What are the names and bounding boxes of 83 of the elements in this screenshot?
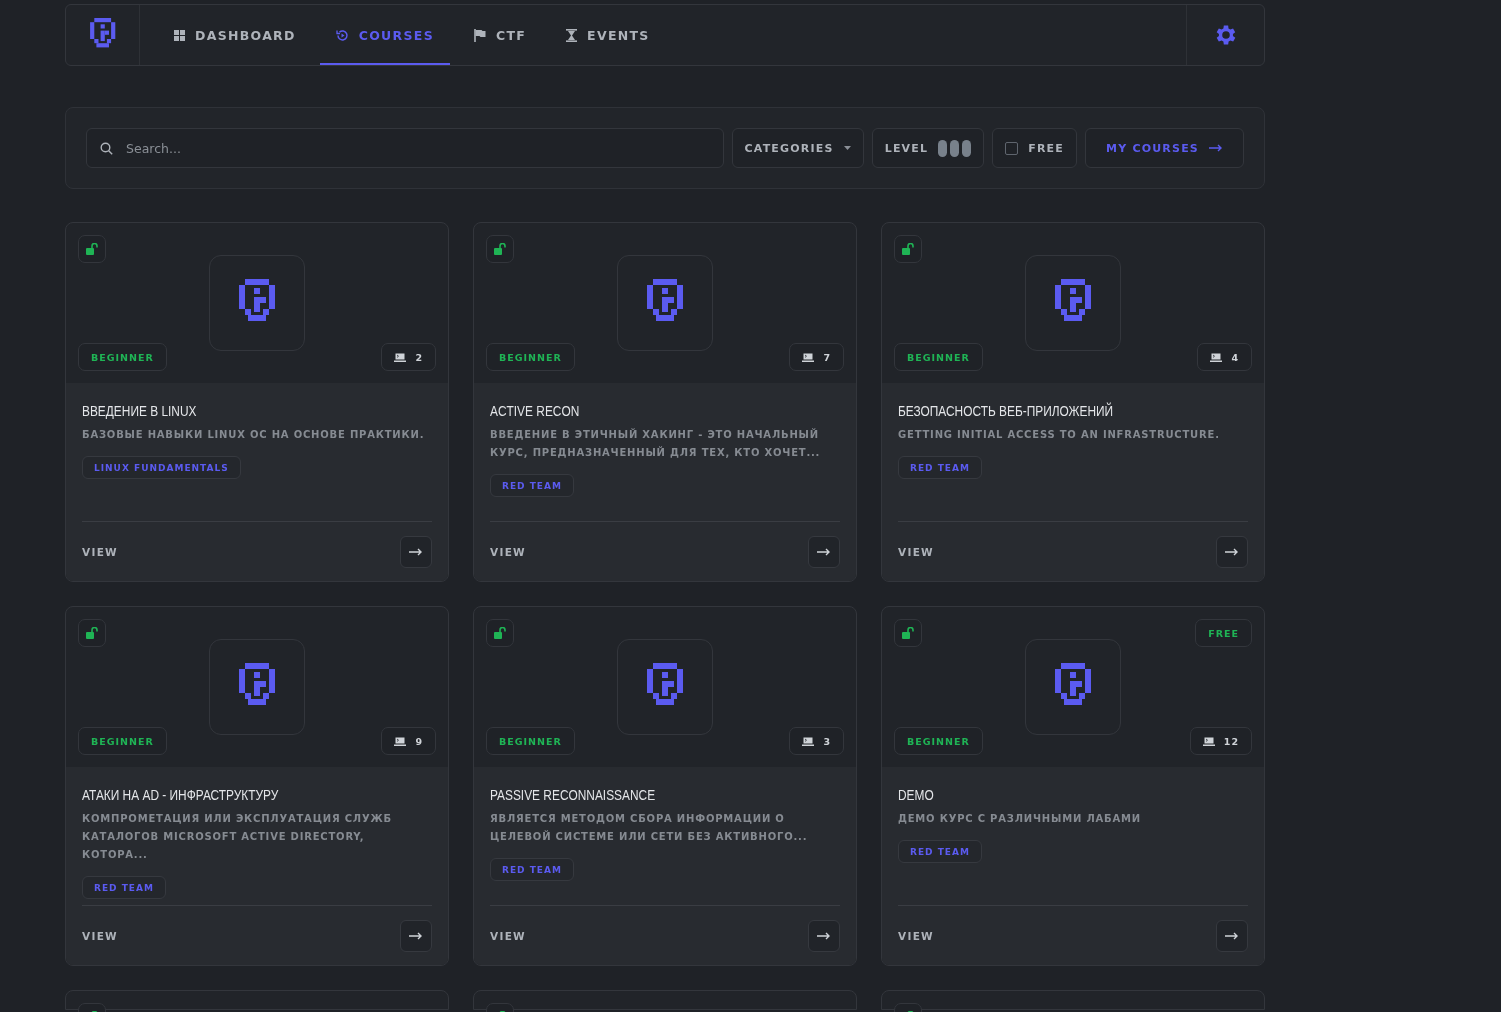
flag-icon	[473, 28, 486, 42]
course-title: АТАКИ НА AD - ИНФРАСТРУКТУРУ	[82, 787, 280, 803]
open-course-button[interactable]	[400, 919, 432, 952]
course-title: ВВЕДЕНИЕ В LINUX	[82, 403, 198, 419]
unlocked-padlock-icon	[85, 627, 99, 639]
category-tag: RED TEAM	[898, 456, 982, 479]
hourglass-icon	[566, 28, 578, 42]
free-badge: FREE	[1195, 619, 1252, 647]
laptop-icon	[394, 352, 407, 362]
nav-tab[interactable]: DASHBOARD	[158, 5, 312, 65]
level-badge: BEGINNER	[78, 727, 167, 755]
view-link[interactable]: VIEW	[490, 545, 526, 558]
course-title: DEMO	[898, 787, 935, 803]
category-tag: LINUX FUNDAMENTALS	[82, 456, 241, 479]
course-description: GETTING INITIAL ACCESS TO AN INFRASTRUCTURE.	[898, 428, 1221, 442]
categories-dropdown[interactable]: CATEGORIES	[731, 128, 864, 168]
course-card[interactable]: BEGINNER 4 БЕЗОПАСНОСТЬ ВЕБ-ПРИЛОЖЕНИЙ GETTING INITIAL ACCESS TO AN INFRASTRUCTURE. RED TEAM VIEW	[881, 222, 1265, 582]
arrow-right-icon	[817, 547, 831, 556]
search-field[interactable]: Search...	[86, 128, 724, 168]
unlocked-padlock-icon	[493, 243, 507, 255]
category-tag: RED TEAM	[82, 876, 166, 899]
play-circle-icon	[335, 28, 349, 42]
search-icon	[100, 142, 113, 155]
open-course-button[interactable]	[1216, 535, 1248, 568]
arrow-right-icon	[1225, 931, 1239, 940]
course-card[interactable]: FREE BEGINNER 12 DEMO ДЕМО КУРС С РАЗЛИЧНЫМИ ЛАБАМИ RED TEAM VIEW	[881, 606, 1265, 966]
course-description: БАЗОВЫЕ НАВЫКИ LINUX ОС НА ОСНОВЕ ПРАКТИКИ.	[82, 428, 426, 442]
course-description: ВВЕДЕНИЕ В ЭТИЧНЫЙ ХАКИНГ - ЭТО НАЧАЛЬНЫЙ КУРС, ПРЕДНАЗНАЧЕННЫЙ ДЛЯ ТЕХ, КТО ХОЧЕТ...	[490, 427, 822, 460]
view-link[interactable]: VIEW	[898, 929, 934, 942]
grid-icon	[174, 29, 185, 41]
checkbox[interactable]	[1005, 141, 1019, 155]
laptop-icon	[802, 736, 815, 746]
unlocked-padlock-icon	[85, 243, 99, 255]
category-tag: RED TEAM	[490, 858, 574, 881]
arrow-right-icon	[817, 931, 831, 940]
level-badge: BEGINNER	[894, 343, 983, 371]
unlocked-padlock-icon	[901, 627, 915, 639]
course-title: PASSIVE RECONNAISSANCE	[490, 787, 657, 803]
course-card[interactable]: BEGINNER 7 ACTIVE RECON ВВЕДЕНИЕ В ЭТИЧНЫЙ ХАКИНГ - ЭТО НАЧАЛЬНЫЙ КУРС, ПРЕДНАЗНАЧЕННЫЙ ДЛЯ ТЕХ, КТО ХОЧЕТ... RED TEAM VIEW	[473, 222, 857, 582]
laptop-icon	[1210, 352, 1223, 362]
level-bars-icon	[938, 139, 972, 157]
course-description: ДЕМО КУРС С РАЗЛИЧНЫМИ ЛАБАМИ	[898, 812, 1142, 826]
laptop-icon	[1202, 736, 1215, 746]
labs-count-badge: 3	[789, 727, 844, 755]
open-course-button[interactable]	[400, 535, 432, 568]
open-course-button[interactable]	[808, 919, 840, 952]
course-card[interactable]: BEGINNER 3 PASSIVE RECONNAISSANCE ЯВЛЯЕТСЯ МЕТОДОМ СБОРА ИНФОРМАЦИИ О ЦЕЛЕВОЙ СИСТЕМЕ ИЛИ СЕТИ БЕЗ АКТИВНОГО... RED TEAM VIEW	[473, 606, 857, 966]
unlocked-padlock-icon	[901, 243, 915, 255]
level-badge: BEGINNER	[486, 727, 575, 755]
course-card[interactable]: BEGINNER 9 АТАКИ НА AD - ИНФРАСТРУКТУРУ КОМПРОМЕТАЦИЯ ИЛИ ЭКСПЛУАТАЦИЯ СЛУЖБ КАТАЛОГОВ MICROSOFT ACTIVE DIRECTORY, КОТОРА... RED TEAM VIEW	[65, 606, 449, 966]
labs-count-badge: 7	[789, 343, 844, 371]
open-course-button[interactable]	[808, 535, 840, 568]
nav-tab[interactable]: CTF	[457, 5, 543, 65]
category-tag: RED TEAM	[898, 840, 982, 863]
open-course-button[interactable]	[1216, 919, 1248, 952]
laptop-icon	[802, 352, 815, 362]
laptop-icon	[394, 736, 407, 746]
level-filter[interactable]: LEVEL	[871, 128, 985, 168]
view-link[interactable]: VIEW	[898, 545, 934, 558]
nav-tab[interactable]: EVENTS	[550, 5, 666, 65]
course-card[interactable]: BEGINNER 2 ВВЕДЕНИЕ В LINUX БАЗОВЫЕ НАВЫКИ LINUX ОС НА ОСНОВЕ ПРАКТИКИ. LINUX FUNDAMENTALS VIEW	[65, 222, 449, 582]
course-title: ACTIVE RECON	[490, 403, 581, 419]
course-description: КОМПРОМЕТАЦИЯ ИЛИ ЭКСПЛУАТАЦИЯ СЛУЖБ КАТАЛОГОВ MICROSOFT ACTIVE DIRECTORY, КОТОРА...	[82, 812, 393, 862]
course-title: БЕЗОПАСНОСТЬ ВЕБ-ПРИЛОЖЕНИЙ	[898, 403, 1115, 419]
view-link[interactable]: VIEW	[82, 545, 118, 558]
unlocked-padlock-icon	[493, 627, 507, 639]
view-link[interactable]: VIEW	[490, 929, 526, 942]
level-badge: BEGINNER	[894, 727, 983, 755]
arrow-right-icon	[409, 547, 423, 556]
labs-count-badge: 4	[1197, 343, 1252, 371]
course-description: ЯВЛЯЕТСЯ МЕТОДОМ СБОРА ИНФОРМАЦИИ О ЦЕЛЕВОЙ СИСТЕМЕ ИЛИ СЕТИ БЕЗ АКТИВНОГО...	[490, 812, 809, 844]
labs-count-badge: 9	[381, 727, 436, 755]
view-link[interactable]: VIEW	[82, 929, 118, 942]
free-checkbox[interactable]: FREE	[992, 128, 1078, 168]
labs-count-badge: 12	[1189, 727, 1252, 755]
labs-count-badge: 2	[381, 343, 436, 371]
level-badge: BEGINNER	[486, 343, 575, 371]
arrow-right-icon	[1209, 144, 1223, 152]
arrow-right-icon	[1225, 547, 1239, 556]
arrow-right-icon	[409, 931, 423, 940]
level-badge: BEGINNER	[78, 343, 167, 371]
category-tag: RED TEAM	[490, 474, 574, 497]
caret-icon	[843, 146, 851, 150]
